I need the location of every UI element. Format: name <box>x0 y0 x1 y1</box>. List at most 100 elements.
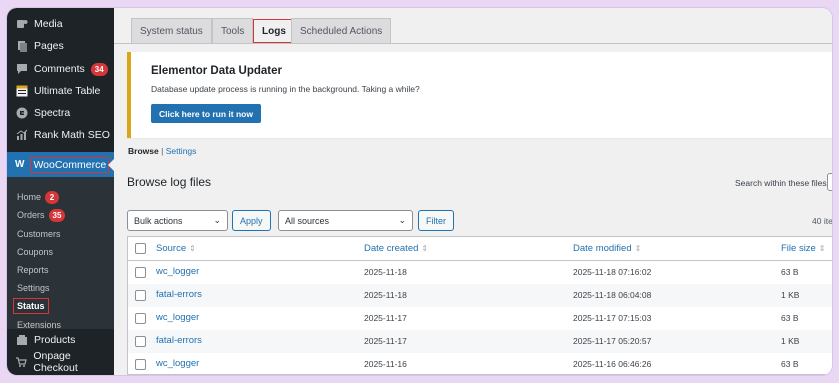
products-icon <box>15 334 28 347</box>
file-size: 63 B <box>781 359 799 369</box>
bulk-actions-select[interactable]: Bulk actions ⌄ <box>127 210 228 231</box>
submenu-item-coupons[interactable]: Coupons <box>17 244 53 260</box>
search-input[interactable] <box>827 173 832 191</box>
table-row: fatal-errors 2025-11-18 2025-11-18 06:04… <box>128 284 832 307</box>
view-links: Browse | Settings <box>128 146 196 156</box>
table-row: wc_logger 2025-11-18 2025-11-18 07:16:02… <box>128 261 832 284</box>
sources-value: All sources <box>285 215 330 226</box>
log-source-link[interactable]: wc_logger <box>156 358 199 369</box>
sidebar-item-woocommerce[interactable]: W WooCommerce <box>7 152 114 177</box>
submenu-item-customers[interactable]: Customers <box>17 226 61 242</box>
table-row: fatal-errors 2025-11-17 2025-11-17 05:20… <box>128 330 832 353</box>
view-settings-link[interactable]: Settings <box>166 146 197 156</box>
date-modified: 2025-11-17 07:15:03 <box>573 313 652 323</box>
column-label: File size <box>781 243 816 254</box>
table-icon <box>15 85 28 98</box>
log-source-link[interactable]: wc_logger <box>156 266 199 277</box>
column-label: Date modified <box>573 243 632 254</box>
row-checkbox[interactable] <box>135 336 146 347</box>
notice-text: Database update process is running in th… <box>151 84 420 94</box>
apply-button[interactable]: Apply <box>232 210 271 231</box>
file-size: 63 B <box>781 313 799 323</box>
sidebar-item-onpage-checkout[interactable]: Onpage Checkout <box>7 350 114 374</box>
view-separator: | <box>161 146 164 156</box>
log-source-link[interactable]: fatal-errors <box>156 289 202 300</box>
media-icon <box>15 18 28 31</box>
rankmath-icon <box>15 129 28 142</box>
tab-tools[interactable]: Tools <box>212 18 254 43</box>
sources-select[interactable]: All sources ⌄ <box>278 210 413 231</box>
spectra-icon <box>15 107 28 120</box>
chevron-down-icon: ⌄ <box>398 215 406 225</box>
elementor-update-notice: Elementor Data Updater Database update p… <box>127 52 832 138</box>
select-all-checkbox[interactable] <box>135 243 146 254</box>
comments-icon <box>15 63 28 76</box>
submenu-item-orders[interactable]: Orders 35 <box>17 207 66 223</box>
sidebar-item-spectra[interactable]: Spectra <box>7 102 114 124</box>
date-created: 2025-11-17 <box>364 336 407 346</box>
column-file-size[interactable]: File size ⇕ <box>781 243 826 254</box>
sidebar-item-products[interactable]: Products <box>7 329 114 351</box>
chevron-down-icon: ⌄ <box>213 215 221 225</box>
row-checkbox[interactable] <box>135 313 146 324</box>
date-modified: 2025-11-16 06:46:26 <box>573 359 652 369</box>
log-source-link[interactable]: wc_logger <box>156 312 199 323</box>
checkout-icon <box>15 356 27 369</box>
table-header: Source ⇕ Date created ⇕ Date modified ⇕ Fil… <box>128 237 832 261</box>
row-checkbox[interactable] <box>135 267 146 278</box>
column-source[interactable]: Source ⇕ <box>156 243 196 254</box>
sidebar-item-ultimate-table[interactable]: Ultimate Table <box>7 80 114 102</box>
pages-icon <box>15 40 28 53</box>
file-size: 63 B <box>781 267 799 277</box>
submenu-item-reports[interactable]: Reports <box>17 262 49 278</box>
column-date-modified[interactable]: Date modified ⇕ <box>573 243 641 254</box>
log-source-link[interactable]: fatal-errors <box>156 335 202 346</box>
row-checkbox[interactable] <box>135 359 146 370</box>
sort-icon: ⇕ <box>189 244 196 253</box>
sidebar-item-label: WooCommerce <box>30 156 110 173</box>
date-created: 2025-11-18 <box>364 290 407 300</box>
view-browse[interactable]: Browse <box>128 146 159 156</box>
submenu-item-settings[interactable]: Settings <box>17 280 50 296</box>
column-date-created[interactable]: Date created ⇕ <box>364 243 428 254</box>
tab-scheduled-actions[interactable]: Scheduled Actions <box>291 18 392 43</box>
orders-count-badge: 35 <box>48 208 66 222</box>
sidebar-item-label: Media <box>34 18 63 30</box>
sidebar-item-pages[interactable]: Pages <box>7 35 114 57</box>
date-modified: 2025-11-18 06:04:08 <box>573 290 652 300</box>
row-checkbox[interactable] <box>135 290 146 301</box>
submenu-label: Orders <box>17 210 45 220</box>
sidebar-item-label: Rank Math SEO <box>34 129 110 141</box>
file-size: 1 KB <box>781 290 800 300</box>
tab-system-status[interactable]: System status <box>131 18 212 43</box>
date-created: 2025-11-17 <box>364 313 407 323</box>
submenu-item-home[interactable]: Home 2 <box>17 189 60 205</box>
sidebar-item-rank-math[interactable]: Rank Math SEO <box>7 124 114 146</box>
sidebar-item-label: Onpage Checkout <box>33 350 78 374</box>
filter-button[interactable]: Filter <box>418 210 454 231</box>
notice-title: Elementor Data Updater <box>151 65 283 77</box>
date-modified: 2025-11-17 05:20:57 <box>573 336 652 346</box>
sidebar-item-label: Pages <box>34 40 64 52</box>
tab-logs[interactable]: Logs <box>253 19 295 43</box>
items-count: 40 iter <box>812 216 832 226</box>
date-modified: 2025-11-18 07:16:02 <box>573 267 652 277</box>
date-created: 2025-11-16 <box>364 359 407 369</box>
file-size: 1 KB <box>781 336 800 346</box>
status-tabs: System status Tools Logs Scheduled Actio… <box>114 8 832 44</box>
woocommerce-icon: W <box>15 159 25 170</box>
comments-count-badge: 34 <box>90 62 108 76</box>
sidebar-item-label: Products <box>34 334 76 346</box>
sort-icon: ⇕ <box>634 244 642 253</box>
sidebar-item-label: Comments <box>34 63 85 75</box>
column-label: Source <box>156 243 187 254</box>
bulk-actions-value: Bulk actions <box>134 215 183 226</box>
sidebar-item-media[interactable]: Media <box>7 13 114 35</box>
sidebar-item-comments[interactable]: Comments 34 <box>7 58 114 80</box>
woocommerce-submenu: Home 2 Orders 35 Customers Coupons Repor… <box>7 177 114 330</box>
submenu-item-status[interactable]: Status <box>13 298 49 314</box>
admin-sidebar: Media Pages Comments 34 Ultimate Table S… <box>7 8 114 375</box>
home-count-badge: 2 <box>45 190 60 204</box>
run-updater-button[interactable]: Click here to run it now <box>151 104 261 123</box>
sidebar-item-label: Ultimate Table <box>34 85 101 97</box>
